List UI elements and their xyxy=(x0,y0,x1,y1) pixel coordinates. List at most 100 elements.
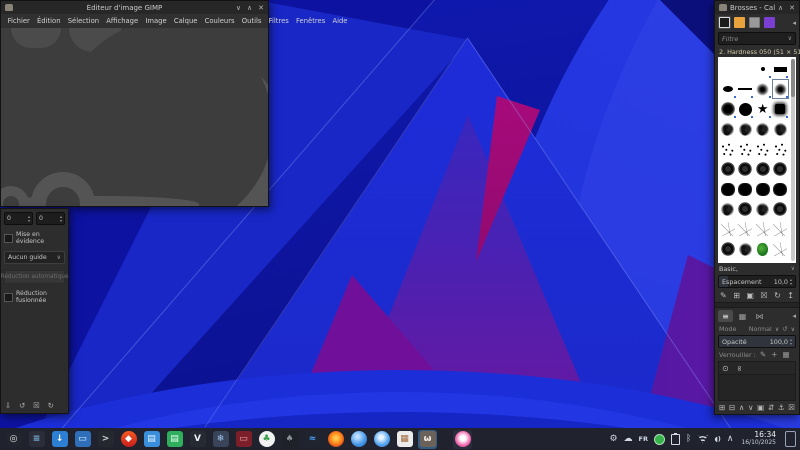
taskbar-discover-store[interactable]: ↓ xyxy=(50,430,69,449)
new-layer-icon[interactable]: ⊞ xyxy=(719,403,725,412)
new-brush-icon[interactable]: ⊞ xyxy=(733,291,740,300)
auto-shrink-button[interactable]: Réduction automatique xyxy=(4,270,65,284)
menu-outils[interactable]: Outils xyxy=(238,17,265,25)
brush-item[interactable] xyxy=(737,199,755,219)
brush-item[interactable] xyxy=(754,219,772,239)
brush-item[interactable] xyxy=(772,99,790,119)
taskbar-blue-gear-app[interactable]: ❄ xyxy=(211,430,230,449)
dock-menu-icon[interactable]: ◂ xyxy=(792,312,796,320)
delete-tool-options-icon[interactable]: ☒ xyxy=(33,401,40,410)
brush-item[interactable] xyxy=(737,119,755,139)
shrink-merged-checkbox-row[interactable]: Réduction fusionnée xyxy=(4,290,65,304)
menu-affichage[interactable]: Affichage xyxy=(103,17,142,25)
brush-item[interactable] xyxy=(719,99,737,119)
brush-item[interactable] xyxy=(754,179,772,199)
menu-fenetres[interactable]: Fenêtres xyxy=(292,17,328,25)
highlight-checkbox-row[interactable]: Mise en évidence xyxy=(4,231,65,245)
volume-icon[interactable]: ◖) xyxy=(714,435,720,443)
menu-fichier[interactable]: Fichier xyxy=(4,17,33,25)
brush-item[interactable] xyxy=(719,159,737,179)
checkbox-icon[interactable] xyxy=(4,234,13,243)
taskbar-firefox-browser[interactable] xyxy=(326,430,345,449)
restore-tool-options-icon[interactable]: ↺ xyxy=(19,401,25,410)
cloud-sync-icon[interactable]: ☁ xyxy=(624,434,633,444)
checkbox-icon[interactable] xyxy=(4,293,13,302)
brush-item[interactable] xyxy=(754,199,772,219)
mode-switch-icon[interactable]: ↺ xyxy=(782,325,787,333)
brush-item[interactable] xyxy=(719,59,737,79)
guides-dropdown[interactable]: Aucun guide ∨ xyxy=(4,251,65,264)
menu-image[interactable]: Image xyxy=(142,17,170,25)
tray-expand-icon[interactable]: ∧ xyxy=(727,434,734,444)
save-tool-options-icon[interactable]: ⇩ xyxy=(5,401,11,410)
taskbar-blue-swoosh-app[interactable]: ≈ xyxy=(303,430,322,449)
brush-item[interactable] xyxy=(719,219,737,239)
show-desktop-button[interactable] xyxy=(785,431,796,447)
brush-item[interactable] xyxy=(719,179,737,199)
taskbar-image-frame-app[interactable]: ▦ xyxy=(395,430,414,449)
brush-item[interactable] xyxy=(754,99,772,119)
brush-item[interactable] xyxy=(737,139,755,159)
wifi-icon[interactable] xyxy=(697,435,708,444)
taskbar-green-plant-app[interactable]: ♣ xyxy=(257,430,276,449)
taskbar-system-settings[interactable]: ≡ xyxy=(27,430,46,449)
brushes-tab[interactable] xyxy=(718,16,731,29)
menu-edition[interactable]: Édition xyxy=(33,17,64,25)
brush-item[interactable] xyxy=(754,119,772,139)
new-layer-group-icon[interactable]: ⊟ xyxy=(729,403,735,412)
taskbar-gimp[interactable]: ω xyxy=(418,430,437,449)
brush-item[interactable] xyxy=(772,179,790,199)
spinner-arrows-icon[interactable]: ▴▾ xyxy=(60,215,62,223)
menu-selection[interactable]: Sélection xyxy=(64,17,103,25)
layers-tab-icon[interactable]: ≡ xyxy=(718,310,733,322)
green-status-icon[interactable] xyxy=(654,434,665,445)
taskbar-pink-circle-app[interactable] xyxy=(453,430,472,449)
mode-value[interactable]: Normal xyxy=(739,325,771,333)
taskbar-application-launcher[interactable]: ◎ xyxy=(4,430,23,449)
brush-item[interactable] xyxy=(772,199,790,219)
brush-item[interactable] xyxy=(737,99,755,119)
maximize-icon[interactable]: ∧ xyxy=(247,4,252,12)
brush-item[interactable] xyxy=(772,239,790,259)
link-chain-icon[interactable]: ∞ xyxy=(735,365,744,372)
brush-grid-scrollbar[interactable] xyxy=(791,59,795,261)
brush-item[interactable] xyxy=(772,59,790,79)
lower-layer-icon[interactable]: ∨ xyxy=(748,403,754,412)
brush-item[interactable] xyxy=(754,139,772,159)
taskbar-blue-globe-app[interactable] xyxy=(349,430,368,449)
patterns-tab[interactable] xyxy=(733,16,746,29)
brush-tag-row[interactable]: Basic, ∨ xyxy=(715,263,799,274)
brush-item[interactable] xyxy=(719,79,737,99)
brush-filter-input[interactable]: Filtre ∨ xyxy=(718,32,796,45)
taskbar-clock[interactable]: 16:34 16/10/2025 xyxy=(741,431,776,447)
keyboard-layout-badge[interactable]: FR xyxy=(639,435,648,443)
dock-menu-icon[interactable]: ◂ xyxy=(792,19,796,27)
opacity-slider[interactable]: Opacité 100,0 ▴▾ xyxy=(718,335,796,348)
brush-item[interactable] xyxy=(719,239,737,259)
raise-layer-icon[interactable]: ∧ xyxy=(739,403,745,412)
brush-item[interactable] xyxy=(754,239,772,259)
reset-tool-options-icon[interactable]: ↻ xyxy=(48,401,54,410)
paths-tab-icon[interactable]: ⋈ xyxy=(752,310,767,322)
brush-item[interactable] xyxy=(737,219,755,239)
brush-item[interactable] xyxy=(737,239,755,259)
brush-item[interactable] xyxy=(754,159,772,179)
brush-item[interactable] xyxy=(772,139,790,159)
brush-item[interactable] xyxy=(719,139,737,159)
close-icon[interactable]: ✕ xyxy=(789,4,795,12)
taskbar-konsole-terminal[interactable]: > xyxy=(96,430,115,449)
gear-tray-icon[interactable]: ⚙ xyxy=(609,434,617,444)
menu-calque[interactable]: Calque xyxy=(170,17,201,25)
taskbar-brave-browser[interactable]: ◆ xyxy=(119,430,138,449)
visibility-eye-icon[interactable]: ⊙ xyxy=(722,364,729,373)
taskbar-blue-document-app[interactable]: ▤ xyxy=(142,430,161,449)
menu-filtres[interactable]: Filtres xyxy=(265,17,292,25)
menu-couleurs[interactable]: Couleurs xyxy=(201,17,238,25)
gradients-tab[interactable] xyxy=(748,16,761,29)
spinner-arrows-icon[interactable]: ▴▾ xyxy=(790,278,792,286)
brush-item[interactable] xyxy=(772,219,790,239)
brush-item[interactable] xyxy=(737,179,755,199)
clipboard-icon[interactable] xyxy=(671,434,680,445)
dock-titlebar[interactable]: Brosses - Calques ∧ ✕ xyxy=(715,1,799,14)
minimize-icon[interactable]: ∨ xyxy=(236,4,241,12)
